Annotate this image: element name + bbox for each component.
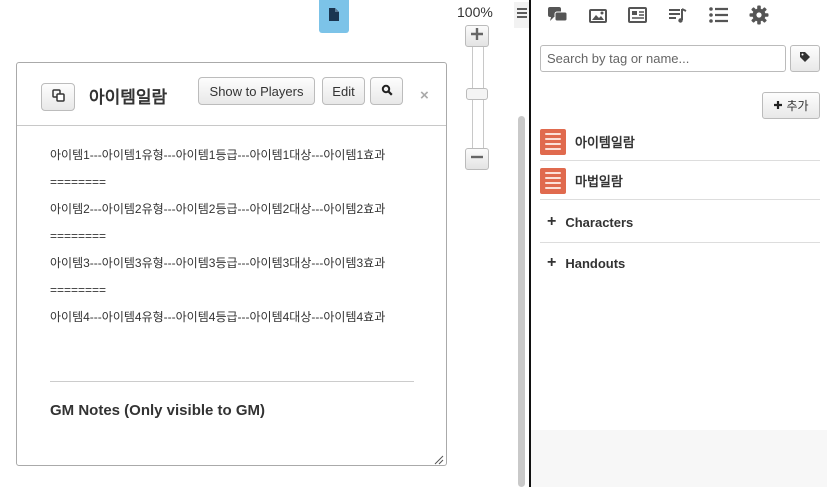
zoom-level: 100% (457, 4, 493, 20)
plus-icon (470, 27, 484, 46)
body-line: 아이템4---아이템4유형---아이템4등급---아이템4대상---아이템4효과 (50, 310, 386, 324)
chat-icon[interactable] (546, 4, 568, 26)
journal-item[interactable]: 마법일람 (540, 162, 820, 200)
page-toolbar-button[interactable] (319, 0, 349, 33)
tag-icon (799, 50, 811, 68)
handout-icon (540, 167, 566, 194)
sidebar-footer-area (531, 430, 827, 487)
right-sidebar: 추가 아이템일람 마법일람 + Characters + Handouts (531, 0, 827, 487)
magnifier-icon (381, 84, 393, 99)
zoom-in-button[interactable] (465, 25, 489, 47)
handout-icon (540, 128, 566, 155)
document-icon (328, 7, 340, 27)
show-to-players-button[interactable]: Show to Players (198, 77, 315, 105)
folder-handouts[interactable]: + Handouts (547, 243, 819, 283)
resize-grip-icon[interactable] (433, 452, 444, 465)
journal-item-label: 아이템일람 (575, 135, 635, 150)
folder-label: Characters (565, 214, 634, 230)
jukebox-icon[interactable] (666, 4, 688, 26)
search-button[interactable] (370, 77, 403, 105)
zoom-out-button[interactable] (465, 148, 489, 170)
journal-search-input[interactable] (540, 45, 786, 72)
folder-label: Handouts (565, 255, 626, 271)
add-button[interactable]: 추가 (762, 92, 820, 119)
minus-icon (470, 150, 484, 169)
copy-button[interactable] (41, 83, 75, 111)
journal-icon[interactable] (626, 4, 648, 26)
handout-dialog: 아이템일람 Show to Players Edit × 아이템1---아이템1… (16, 62, 447, 466)
close-icon[interactable]: × (420, 87, 429, 104)
gm-notes-heading: GM Notes (Only visible to GM) (50, 402, 266, 419)
sidebar-tabbar (531, 0, 827, 32)
plus-icon (773, 99, 783, 113)
hamburger-icon (516, 6, 528, 24)
canvas-scrollbar[interactable] (518, 116, 525, 487)
sidebar-toggle-button[interactable] (514, 2, 530, 28)
body-line: 아이템2---아이템2유형---아이템2등급---아이템2대상---아이템2효과 (50, 202, 386, 216)
settings-gear-icon[interactable] (748, 4, 770, 26)
list-icon[interactable] (707, 4, 729, 26)
zoom-slider-handle[interactable] (466, 88, 488, 100)
tag-filter-button[interactable] (790, 45, 820, 72)
body-line: ======== (50, 175, 107, 189)
edit-button[interactable]: Edit (322, 77, 365, 105)
journal-item[interactable]: 아이템일람 (540, 123, 820, 161)
dialog-header: 아이템일람 Show to Players Edit × (17, 63, 446, 126)
body-line: 아이템1---아이템1유형---아이템1등급---아이템1대상---아이템1효과 (50, 148, 386, 162)
body-line: 아이템3---아이템3유형---아이템3등급---아이템3대상---아이템3효과 (50, 256, 386, 270)
handout-body: 아이템1---아이템1유형---아이템1등급---아이템1대상---아이템1효과… (50, 143, 420, 332)
folder-characters[interactable]: + Characters (547, 202, 819, 242)
journal-item-label: 마법일람 (575, 174, 623, 189)
gm-notes-divider (50, 381, 414, 382)
expand-plus-icon: + (547, 254, 557, 271)
body-line: ======== (50, 283, 107, 297)
expand-plus-icon: + (547, 213, 557, 230)
add-button-label: 추가 (786, 99, 809, 113)
art-library-icon[interactable] (586, 4, 608, 26)
copy-icon (51, 89, 65, 105)
body-line: ======== (50, 229, 107, 243)
dialog-title: 아이템일람 (89, 88, 168, 107)
